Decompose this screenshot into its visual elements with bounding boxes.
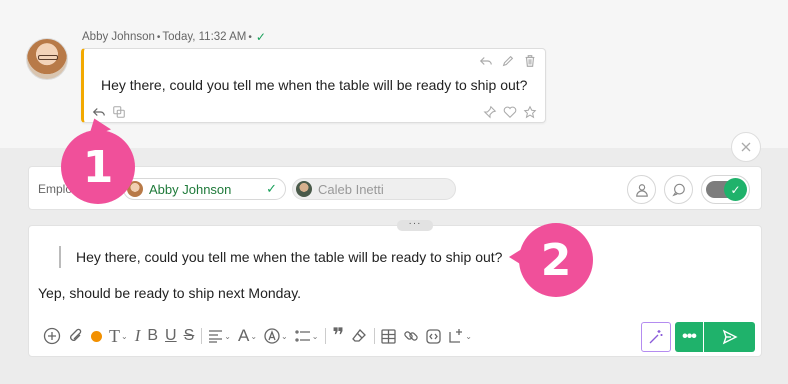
underline-button[interactable]: U	[165, 324, 177, 348]
magic-wand-icon	[649, 330, 663, 344]
attachment-icon[interactable]	[68, 324, 84, 348]
star-icon[interactable]	[523, 105, 537, 119]
resize-handle[interactable]: ···	[397, 219, 433, 231]
send-group: •••	[675, 322, 755, 352]
close-button[interactable]	[731, 132, 761, 162]
author-name: Abby Johnson	[82, 31, 155, 43]
font-family-button[interactable]: A ⌄	[238, 324, 257, 348]
quote-icon[interactable]: ❞	[332, 324, 344, 348]
font-size-button[interactable]: T ⌄	[109, 324, 128, 348]
italic-button[interactable]: I	[135, 324, 141, 348]
more-options-button[interactable]: •••	[675, 322, 703, 352]
add-icon[interactable]	[43, 324, 61, 348]
bold-button[interactable]: B	[147, 324, 158, 348]
pin-icon[interactable]	[483, 105, 497, 119]
embed-icon[interactable]	[426, 324, 441, 348]
send-button[interactable]	[704, 322, 755, 352]
translate-icon[interactable]	[112, 105, 126, 119]
selected-check-icon: ✓	[266, 181, 277, 196]
avatar	[26, 38, 68, 80]
callout-1: 1	[61, 130, 135, 204]
reply-text[interactable]: Yep, should be ready to ship next Monday…	[38, 285, 301, 301]
add-user-button[interactable]	[627, 175, 656, 204]
strikethrough-button[interactable]: S	[184, 324, 195, 348]
link-icon[interactable]	[403, 324, 419, 348]
recipient-bar: Emplo Abby Johnson ✓ Caleb Inetti ✓	[28, 166, 762, 210]
chat-button[interactable]	[664, 175, 693, 204]
color-dot-icon	[91, 330, 102, 342]
message-composer[interactable]: Hey there, could you tell me when the ta…	[28, 225, 762, 357]
toggle-switch[interactable]: ✓	[701, 175, 750, 204]
edit-icon[interactable]	[501, 54, 515, 68]
list-icon[interactable]: ⌄	[295, 324, 318, 348]
close-icon	[741, 142, 751, 152]
message-bubble: Hey there, could you tell me when the ta…	[81, 48, 546, 123]
check-icon: ✓	[724, 178, 747, 201]
text-style-button[interactable]: ⌄	[264, 324, 288, 348]
ai-assist-button[interactable]	[641, 322, 671, 352]
message-meta: Abby Johnson • Today, 11:32 AM • ✓	[82, 30, 266, 44]
callout-2: 2	[509, 223, 593, 297]
recipient-chip-caleb[interactable]: Caleb Inetti	[292, 178, 456, 200]
insert-icon[interactable]: ⌄	[448, 324, 472, 348]
trash-icon[interactable]	[523, 54, 537, 68]
message-timestamp: Today, 11:32 AM	[162, 31, 247, 43]
reply-icon[interactable]	[479, 54, 493, 68]
avatar	[296, 181, 312, 197]
send-icon	[722, 329, 738, 345]
recipient-chip-label: Abby Johnson	[149, 181, 232, 197]
recipient-chip-label: Caleb Inetti	[318, 181, 384, 197]
recipient-chip-abby[interactable]: Abby Johnson ✓	[123, 178, 286, 200]
align-icon[interactable]: ⌄	[208, 324, 231, 348]
user-icon	[635, 183, 648, 197]
formatting-toolbar: T ⌄ I B U S ⌄ A ⌄ ⌄ ⌄ ❞ ⌄	[43, 324, 479, 348]
heart-icon[interactable]	[503, 105, 517, 119]
clear-format-icon[interactable]	[351, 324, 367, 348]
quoted-message: Hey there, could you tell me when the ta…	[59, 246, 502, 268]
text-color-button[interactable]	[91, 324, 102, 348]
message-text: Hey there, could you tell me when the ta…	[101, 77, 528, 93]
chat-bubble-icon	[671, 183, 685, 196]
table-icon[interactable]	[381, 324, 396, 348]
delivered-check-icon: ✓	[255, 30, 266, 44]
